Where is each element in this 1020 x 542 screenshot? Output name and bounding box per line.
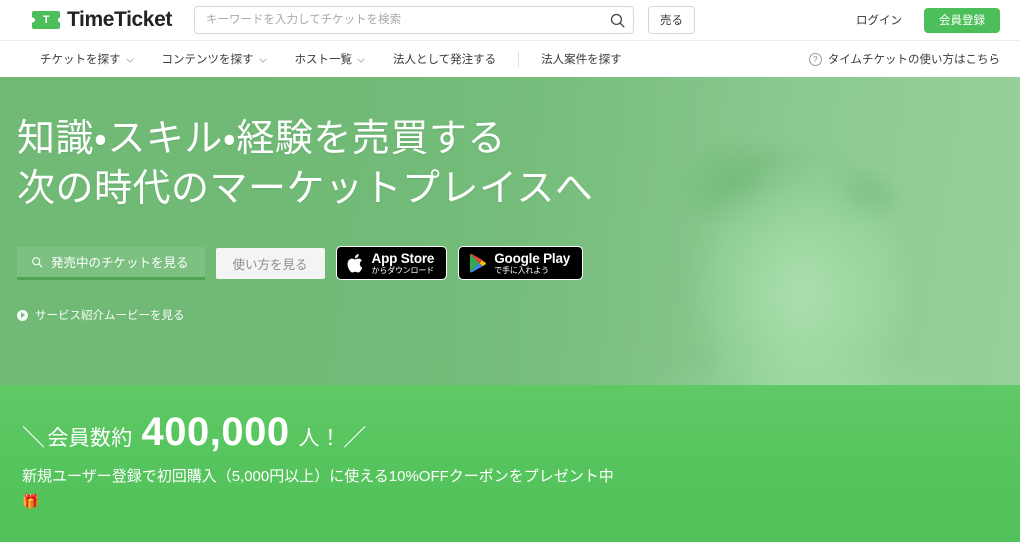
nav-item-corporate-order[interactable]: 法人として発注する bbox=[393, 51, 496, 67]
google-play-text: Google Play で手に入れよう bbox=[494, 250, 571, 276]
google-play-icon bbox=[470, 253, 487, 273]
search-icon bbox=[32, 257, 43, 268]
nav-item-find-tickets[interactable]: チケットを探す bbox=[40, 51, 134, 67]
hero-title: 知識・スキル・経験を売買する 次の時代のマーケットプレイスへ bbox=[17, 114, 1020, 214]
google-play-badge[interactable]: Google Play で手に入れよう bbox=[458, 246, 584, 281]
how-to-use-button[interactable]: 使い方を見る bbox=[215, 247, 325, 279]
page-root: T TimeTicket 売る ログイン 会員登録 チケットを探す bbox=[0, 0, 1020, 542]
promo-member-count: 400,000 bbox=[141, 410, 290, 454]
chevron-down-icon bbox=[357, 57, 365, 63]
nav-label: ホスト一覧 bbox=[294, 54, 353, 66]
app-store-title: App Store bbox=[371, 250, 435, 266]
promo-description: 新規ユーザー登録で初回購入（5,000円以上）に使える10%OFFクーポンをプレ… bbox=[22, 468, 614, 485]
nav-label: 法人として発注する bbox=[393, 54, 497, 66]
nav-label: コンテンツを探す bbox=[161, 54, 254, 66]
promo-slash-right: ／ bbox=[343, 424, 367, 450]
promo-headline: ＼ 会員数約 400,000 人！ ／ bbox=[22, 412, 1020, 452]
search-input[interactable] bbox=[193, 6, 634, 34]
nav-item-how-to-use[interactable]: ? タイムチケットの使い方はこちら bbox=[808, 51, 1000, 67]
nav-item-host-list[interactable]: ホスト一覧 bbox=[295, 51, 366, 67]
ticket-icon: T bbox=[32, 11, 60, 29]
hero-title-line-2: 次の時代のマーケットプレイスへ bbox=[17, 168, 594, 211]
google-play-subtitle: で手に入れよう bbox=[494, 265, 549, 275]
service-movie-label: サービス紹介ムービーを見る bbox=[35, 310, 185, 323]
view-tickets-button[interactable]: 発売中のチケットを見る bbox=[17, 246, 205, 280]
brand-name: TimeTicket bbox=[67, 8, 172, 31]
app-store-subtitle: からダウンロード bbox=[371, 265, 435, 275]
nav-help-label: タイムチケットの使い方はこちら bbox=[827, 54, 1000, 66]
promo-headline-suffix: 人！ bbox=[298, 427, 342, 450]
question-circle-icon: ? bbox=[808, 52, 822, 66]
nav-divider bbox=[518, 51, 520, 67]
hero-title-line-1: 知識・スキル・経験を売買する bbox=[17, 118, 506, 160]
logo-timeticket[interactable]: T TimeTicket bbox=[32, 8, 172, 32]
ticket-icon-letter: T bbox=[42, 13, 50, 26]
google-play-title: Google Play bbox=[494, 250, 571, 266]
apple-icon bbox=[347, 253, 362, 273]
search-submit-button[interactable] bbox=[606, 8, 630, 32]
app-store-text: App Store からダウンロード bbox=[371, 250, 435, 276]
promo-description-wrap: 新規ユーザー登録で初回購入（5,000円以上）に使える10%OFFクーポンをプレ… bbox=[22, 465, 622, 515]
chevron-down-icon bbox=[125, 57, 134, 63]
hero-section: 知識・スキル・経験を売買する 次の時代のマーケットプレイスへ 発売中のチケットを… bbox=[0, 77, 1020, 385]
login-link[interactable]: ログイン bbox=[856, 12, 902, 28]
gift-icon: 🎁 bbox=[22, 492, 40, 509]
promo-banner: ＼ 会員数約 400,000 人！ ／ 新規ユーザー登録で初回購入（5,000円… bbox=[0, 385, 1020, 542]
signup-button[interactable]: 会員登録 bbox=[924, 7, 1000, 33]
promo-headline-prefix: 会員数約 bbox=[47, 427, 133, 450]
site-header: T TimeTicket 売る ログイン 会員登録 bbox=[0, 0, 1020, 40]
search-icon bbox=[611, 13, 625, 28]
service-movie-link[interactable]: サービス紹介ムービーを見る bbox=[17, 307, 185, 323]
promo-slash-left: ＼ bbox=[22, 424, 46, 450]
app-store-badge[interactable]: App Store からダウンロード bbox=[335, 246, 448, 281]
nav-label: 法人案件を探す bbox=[541, 54, 622, 66]
play-circle-icon bbox=[17, 309, 28, 321]
search-container bbox=[193, 6, 634, 34]
nav-label: チケットを探す bbox=[40, 54, 121, 66]
hero-content: 知識・スキル・経験を売買する 次の時代のマーケットプレイスへ 発売中のチケットを… bbox=[0, 77, 1020, 326]
chevron-down-icon bbox=[258, 57, 267, 63]
nav-item-corporate-projects[interactable]: 法人案件を探す bbox=[541, 51, 622, 67]
sell-button[interactable]: 売る bbox=[647, 6, 695, 34]
main-navigation: チケットを探す コンテンツを探す ホスト一覧 法人として発注する 法人案件を探す bbox=[0, 40, 1020, 77]
nav-item-find-contents[interactable]: コンテンツを探す bbox=[162, 51, 267, 67]
hero-cta-row: 発売中のチケットを見る 使い方を見る App Store からダウンロード Go… bbox=[17, 246, 1020, 281]
view-tickets-label: 発売中のチケットを見る bbox=[51, 256, 189, 271]
